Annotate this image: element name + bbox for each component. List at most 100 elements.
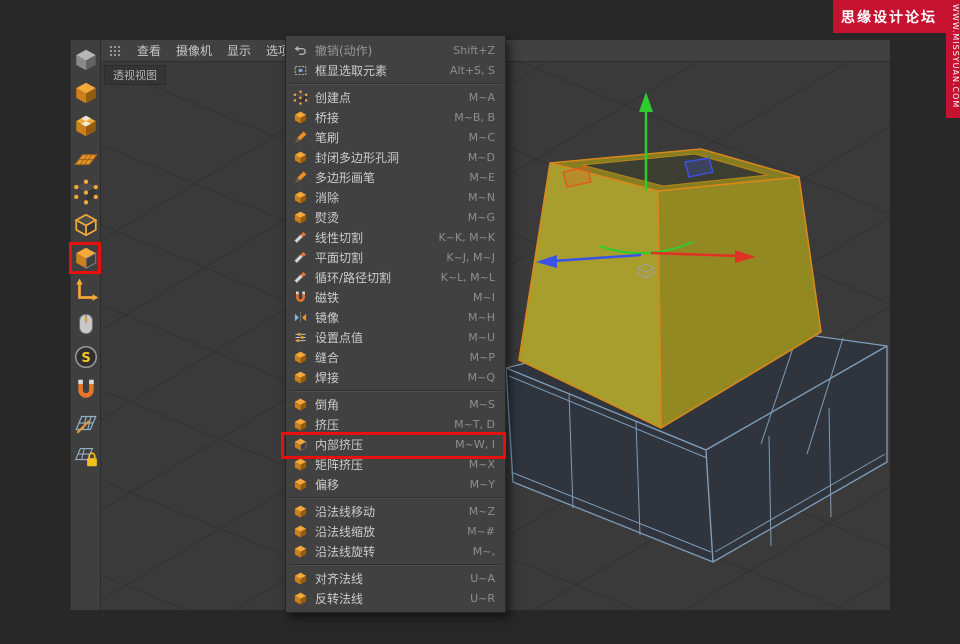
menu-item-label: 内部挤压 [315, 436, 363, 453]
edges-mode-button[interactable] [72, 211, 100, 239]
menu-item-inner-extrude[interactable]: 内部挤压 M~W, I [286, 434, 505, 454]
menu-item-shortcut: K~K, M~K [438, 231, 495, 244]
polygons-mode-button[interactable] [72, 244, 100, 272]
menu-item-normal-rotate[interactable]: 沿法线旋转 M~, [286, 541, 505, 561]
menu-item-align-normals[interactable]: 对齐法线 U~A [286, 568, 505, 588]
mode-toolbar [70, 40, 101, 610]
menu-item-stitch-sew[interactable]: 缝合 M~P [286, 347, 505, 367]
menu-item-shortcut: M~X [469, 458, 495, 471]
menu-item-label: 沿法线旋转 [315, 543, 375, 560]
menu-item-label: 循环/路径切割 [315, 269, 391, 286]
edges-mode-icon [73, 212, 99, 238]
menu-item-iron[interactable]: 熨烫 M~G [286, 207, 505, 227]
menu-item-matrix-extrude[interactable]: 矩阵挤压 M~X [286, 454, 505, 474]
menu-item-shortcut: M~W, I [455, 438, 495, 451]
menu-item-frame-selected[interactable]: 框显选取元素 Alt+S, S [286, 60, 505, 80]
weld-icon [293, 370, 308, 385]
set-point-value-icon [293, 330, 308, 345]
reverse-normals-icon [293, 591, 308, 606]
menu-item-bridge[interactable]: 桥接 M~B, B [286, 107, 505, 127]
menu-item-line-cut[interactable]: 线性切割 K~K, M~K [286, 227, 505, 247]
model-mode-button[interactable] [72, 79, 100, 107]
snap-toggle-button[interactable] [72, 343, 100, 371]
workplane-lock-icon [73, 443, 99, 469]
menu-item-shortcut: Alt+S, S [450, 64, 495, 77]
menu-item-shortcut: M~U [468, 331, 495, 344]
menu-item-label: 笔刷 [315, 129, 339, 146]
application-window: 查看摄像机显示选项过滤 透视视图 撤销(动作) Shift+Z 框显选取元素 A… [0, 0, 960, 644]
menu-item-label: 线性切割 [315, 229, 363, 246]
menu-item-magnet[interactable]: 磁铁 M~I [286, 287, 505, 307]
view-label[interactable]: 透视视图 [104, 65, 166, 85]
workplane-grid-button[interactable] [72, 409, 100, 437]
menu-item-shortcut: M~C [469, 131, 495, 144]
mirror-icon [293, 310, 308, 325]
menu-item-shortcut: M~E [469, 171, 495, 184]
menu-item-polygon-pen[interactable]: 多边形画笔 M~E [286, 167, 505, 187]
menu-item-dissolve[interactable]: 消除 M~N [286, 187, 505, 207]
menu-item-loop-path-cut[interactable]: 循环/路径切割 K~L, M~L [286, 267, 505, 287]
menu-item-undo[interactable]: 撤销(动作) Shift+Z [286, 40, 505, 60]
menu-item-label: 创建点 [315, 89, 351, 106]
texture-mode-icon [73, 113, 99, 139]
create-point-icon [293, 90, 308, 105]
points-mode-icon [73, 179, 99, 205]
menu-item-bevel[interactable]: 倒角 M~S [286, 394, 505, 414]
menu-item-mirror[interactable]: 镜像 M~H [286, 307, 505, 327]
menu-item-plane-cut[interactable]: 平面切割 K~J, M~J [286, 247, 505, 267]
bridge-icon [293, 110, 308, 125]
viewport-menu-display[interactable]: 显示 [227, 42, 251, 59]
menu-item-brush[interactable]: 笔刷 M~C [286, 127, 505, 147]
watermark-url: WWW.MISSYUAN.COM [946, 0, 960, 118]
workplane-lock-button[interactable] [72, 442, 100, 470]
menu-item-set-point-value[interactable]: 设置点值 M~U [286, 327, 505, 347]
make-editable-button[interactable] [72, 46, 100, 74]
align-normals-icon [293, 571, 308, 586]
close-polygon-hole-icon [293, 150, 308, 165]
context-menu: 撤销(动作) Shift+Z 框显选取元素 Alt+S, S 创建点 M~A 桥… [285, 35, 506, 613]
points-mode-button[interactable] [72, 178, 100, 206]
workplane-grid-icon [73, 410, 99, 436]
menu-item-label: 挤压 [315, 416, 339, 433]
workplane-mode-button[interactable] [72, 145, 100, 173]
texture-mode-button[interactable] [72, 112, 100, 140]
tweak-mode-button[interactable] [72, 310, 100, 338]
menu-item-smooth-shift[interactable]: 偏移 M~Y [286, 474, 505, 494]
axis-mode-button[interactable] [72, 277, 100, 305]
menu-item-label: 消除 [315, 189, 339, 206]
viewport-menu-view[interactable]: 查看 [137, 42, 161, 59]
menu-item-extrude[interactable]: 挤压 M~T, D [286, 414, 505, 434]
menu-item-shortcut: M~T, D [454, 418, 495, 431]
viewport-menu-camera[interactable]: 摄像机 [176, 42, 212, 59]
menu-item-shortcut: M~S [469, 398, 495, 411]
menu-separator [289, 561, 502, 568]
menu-item-shortcut: M~Z [469, 505, 495, 518]
menu-item-weld[interactable]: 焊接 M~Q [286, 367, 505, 387]
axis-mode-icon [73, 278, 99, 304]
menu-item-shortcut: M~B, B [454, 111, 495, 124]
menu-item-shortcut: M~Q [468, 371, 495, 384]
menu-item-label: 撤销(动作) [315, 42, 372, 59]
menu-item-close-polygon-hole[interactable]: 封闭多边形孔洞 M~D [286, 147, 505, 167]
menu-item-label: 焊接 [315, 369, 339, 386]
menu-item-label: 设置点值 [315, 329, 363, 346]
menu-item-label: 缝合 [315, 349, 339, 366]
menu-item-reverse-normals[interactable]: 反转法线 U~R [286, 588, 505, 608]
menu-item-label: 沿法线缩放 [315, 523, 375, 540]
menu-item-label: 多边形画笔 [315, 169, 375, 186]
stitch-sew-icon [293, 350, 308, 365]
menu-item-shortcut: U~A [470, 572, 495, 585]
menu-item-shortcut: M~# [467, 525, 495, 538]
menubar-grip-icon[interactable] [109, 45, 122, 57]
menu-item-label: 沿法线移动 [315, 503, 375, 520]
menu-item-create-point[interactable]: 创建点 M~A [286, 87, 505, 107]
menu-item-label: 框显选取元素 [315, 62, 387, 79]
frame-selected-icon [293, 63, 308, 78]
magnet-tool-button[interactable] [72, 376, 100, 404]
menu-item-normal-scale[interactable]: 沿法线缩放 M~# [286, 521, 505, 541]
mouse-icon [73, 311, 99, 337]
extrude-icon [293, 417, 308, 432]
menu-item-shortcut: K~J, M~J [446, 251, 495, 264]
menu-item-normal-move[interactable]: 沿法线移动 M~Z [286, 501, 505, 521]
menu-item-label: 倒角 [315, 396, 339, 413]
